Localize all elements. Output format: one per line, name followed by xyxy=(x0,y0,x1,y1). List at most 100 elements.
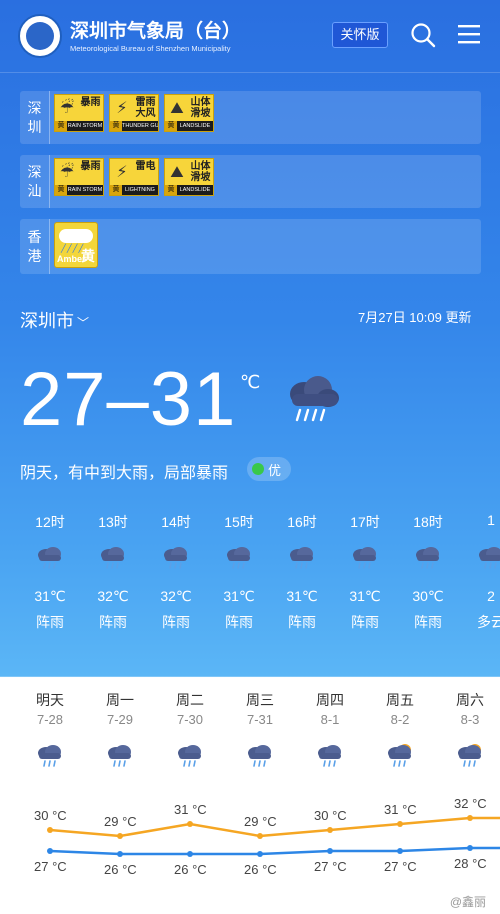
warning-badge-text: 暴雨 xyxy=(80,97,101,108)
low-temp-label: 27 °C xyxy=(314,859,347,874)
warning-badge[interactable]: ⚡ 雷雨大风黄THUNDER GUST xyxy=(109,94,159,132)
hour-temp: 31℃ xyxy=(349,588,381,604)
warning-city-char: 港 xyxy=(27,247,42,264)
amber-rainstorm-signal[interactable]: ╱╱╱╱ Amber 黄 xyxy=(54,222,98,268)
hourly-item[interactable]: 18时 30℃ 阵雨 xyxy=(403,512,453,632)
temperature-unit: ℃ xyxy=(240,372,261,392)
warning-badges: ☔暴雨黄RAIN STORM⚡雷雨大风黄THUNDER GUST⛰山体滑坡黄LA… xyxy=(54,94,214,132)
sun-cloud-rain-icon xyxy=(458,744,481,767)
air-quality-badge[interactable]: 优 xyxy=(247,457,291,481)
hour-label: 12时 xyxy=(35,514,65,530)
hour-label: 13时 xyxy=(98,514,128,530)
bureau-title: 深圳市气象局（台） xyxy=(70,21,242,42)
shower-cloud-icon xyxy=(353,547,376,569)
city-selector[interactable]: 深圳市 ﹀ xyxy=(20,307,89,333)
hour-label: 1 xyxy=(487,512,495,528)
warning-name-en: RAIN STORM xyxy=(67,187,103,193)
warning-city-char: 深 xyxy=(27,163,42,180)
bureau-logo[interactable] xyxy=(18,14,62,58)
header-divider xyxy=(0,72,500,73)
hourly-forecast[interactable]: 12时 31℃ 阵雨 13时 32℃ 阵雨 14时 32℃ 阵雨 15时 31℃ 阵雨 16时 31℃ 阵雨… xyxy=(0,512,500,632)
warning-badge-text: 雷雨大风 xyxy=(135,97,156,119)
day-date: 8-3 xyxy=(460,712,480,727)
low-temp-line-point xyxy=(257,851,263,857)
day-icon-wrap xyxy=(158,734,222,780)
weather-description: 阴天，有中到大雨，局部暴雨 xyxy=(20,465,229,482)
hour-temp: 32℃ xyxy=(97,588,129,604)
warning-level: 黄 xyxy=(110,121,122,131)
warning-name-en: RAIN STORM xyxy=(67,123,103,129)
hour-desc: 阵雨 xyxy=(162,614,190,630)
day-label: 周五 xyxy=(386,692,414,708)
hour-temp: 31℃ xyxy=(286,588,318,604)
hourly-item[interactable]: 15时 31℃ 阵雨 xyxy=(214,512,264,632)
day-icon-wrap xyxy=(18,734,82,780)
daily-item[interactable]: 周一 7-29 xyxy=(88,690,152,780)
heavy-rain-cloud-icon xyxy=(290,376,339,422)
warning-name-en: LANDSLIDE xyxy=(179,187,211,193)
daily-item[interactable]: 周四 8-1 xyxy=(298,690,362,780)
warning-badge[interactable]: ☔ 暴雨黄 RAIN STORM xyxy=(54,94,104,132)
daily-item[interactable]: 周六 8-3 xyxy=(438,690,500,780)
warning-badge[interactable]: ☔ 暴雨黄 RAIN STORM xyxy=(54,158,104,196)
hour-desc: 阵雨 xyxy=(225,614,253,630)
day-icon-wrap xyxy=(88,734,152,780)
warning-city-char: 深 xyxy=(27,99,42,116)
warning-badge-footer: 黄 LIGHTNING xyxy=(110,185,158,195)
amber-label-cn: 黄 xyxy=(81,248,95,264)
hour-temp: 31℃ xyxy=(223,588,255,604)
cloud-icon xyxy=(59,229,93,243)
landslide-icon: ⛰ xyxy=(170,100,184,117)
rain-cloud-icon xyxy=(108,745,131,767)
hour-icon-wrap xyxy=(214,532,264,582)
hourly-item[interactable]: 12时 31℃ 阵雨 xyxy=(25,512,75,632)
day-icon-wrap xyxy=(298,734,362,780)
low-temp-label: 27 °C xyxy=(34,859,67,874)
logo-emblem xyxy=(26,22,54,50)
high-temp-label: 31 °C xyxy=(174,802,207,817)
high-temp-label: 32 °C xyxy=(454,796,487,811)
warning-name-en: THUNDER GUST xyxy=(122,123,158,129)
warning-badge[interactable]: ⛰ 山体滑坡黄 LANDSLIDE xyxy=(164,94,214,132)
hourly-item[interactable]: 17时 31℃ 阵雨 xyxy=(340,512,390,632)
search-icon[interactable] xyxy=(410,22,436,48)
warning-row: 深汕 ☔ 暴雨黄 RAIN STORM ⚡ 雷电黄 LIGHTNING ⛰ 山体滑坡黄 LANDS… xyxy=(20,155,481,208)
hour-desc: 阵雨 xyxy=(99,614,127,630)
daily-item[interactable]: 明天 7-28 xyxy=(18,690,82,780)
warning-badge-text: 暴雨 xyxy=(80,161,101,172)
daily-item[interactable]: 周三 7-31 xyxy=(228,690,292,780)
warning-city-char: 汕 xyxy=(27,182,42,199)
daily-item[interactable]: 周二 7-30 xyxy=(158,690,222,780)
warning-badge-footer: 黄 LANDSLIDE xyxy=(165,185,213,195)
warning-badge[interactable]: ⛰ 山体滑坡黄 LANDSLIDE xyxy=(164,158,214,196)
high-temp-label: 29 °C xyxy=(244,814,277,829)
hourly-item[interactable]: 16时 31℃ 阵雨 xyxy=(277,512,327,632)
hour-desc: 阵雨 xyxy=(288,614,316,630)
hour-desc: 阵雨 xyxy=(414,614,442,630)
hour-icon-wrap xyxy=(340,532,390,582)
warning-badge-footer: 黄 LANDSLIDE xyxy=(165,121,213,131)
hour-temp: 32℃ xyxy=(160,588,192,604)
warning-badge[interactable]: ⚡ 雷电黄 LIGHTNING xyxy=(109,158,159,196)
low-temp-line-point xyxy=(327,848,333,854)
care-mode-button[interactable]: 关怀版 xyxy=(332,22,388,48)
low-temp-line-point xyxy=(397,848,403,854)
day-label: 明天 xyxy=(36,692,64,708)
day-icon-wrap xyxy=(368,734,432,780)
day-date: 8-2 xyxy=(390,712,410,727)
low-temp-label: 28 °C xyxy=(454,856,487,871)
menu-icon[interactable] xyxy=(458,24,480,44)
landslide-icon: ⛰ xyxy=(170,164,184,181)
hourly-item[interactable]: 13时 32℃ 阵雨 xyxy=(88,512,138,632)
hourly-item[interactable]: 1 2 多云 xyxy=(466,512,500,632)
low-temp-label: 27 °C xyxy=(384,859,417,874)
hourly-item[interactable]: 14时 32℃ 阵雨 xyxy=(151,512,201,632)
high-temp-label: 30 °C xyxy=(34,808,67,823)
daily-item[interactable]: 周五 8-2 xyxy=(368,690,432,780)
shower-cloud-icon xyxy=(101,547,124,569)
hour-desc: 多云 xyxy=(477,614,500,630)
warning-city: 香港 xyxy=(20,219,50,274)
bureau-subtitle: Meteorological Bureau of Shenzhen Munici… xyxy=(70,44,231,53)
hour-icon-wrap xyxy=(277,532,327,582)
hour-desc: 阵雨 xyxy=(351,614,379,630)
